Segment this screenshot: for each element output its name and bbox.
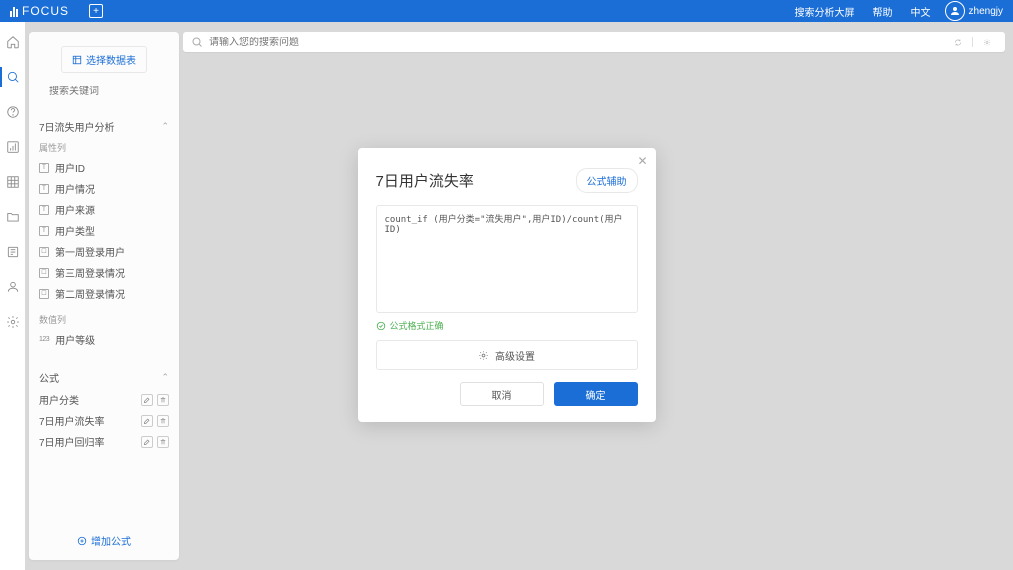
gear-icon <box>478 350 489 361</box>
formula-modal: ✕ 7日用户流失率 公式辅助 count_if (用户分类="流失用户",用户I… <box>358 148 656 422</box>
modal-title: 7日用户流失率 <box>376 170 474 191</box>
formula-textarea[interactable]: count_if (用户分类="流失用户",用户ID)/count(用户ID) <box>376 205 638 313</box>
ok-button[interactable]: 确定 <box>554 382 638 406</box>
check-circle-icon <box>376 321 386 331</box>
advanced-label: 高级设置 <box>495 348 535 363</box>
close-icon[interactable]: ✕ <box>637 154 647 168</box>
formula-valid-label: 公式格式正确 <box>390 319 444 332</box>
cancel-button[interactable]: 取消 <box>460 382 544 406</box>
formula-help-button[interactable]: 公式辅助 <box>576 168 638 193</box>
advanced-settings-button[interactable]: 高级设置 <box>376 340 638 370</box>
